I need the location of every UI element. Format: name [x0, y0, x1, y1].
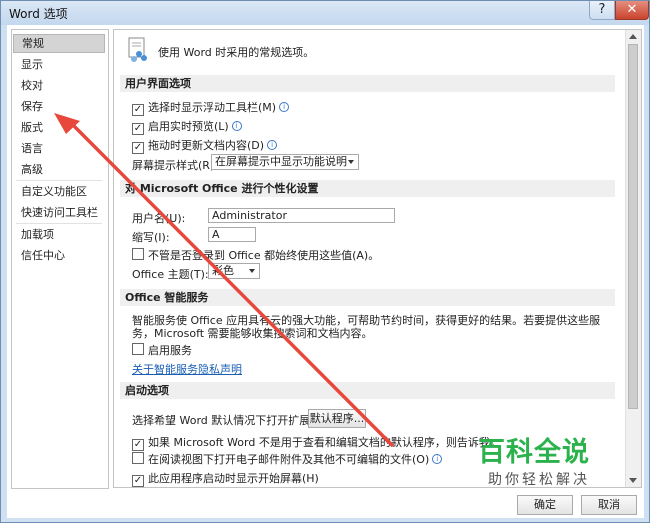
watermark-subtitle: 助你轻松解决: [488, 472, 590, 488]
watermark-logo-text: 百科全说: [478, 437, 590, 468]
